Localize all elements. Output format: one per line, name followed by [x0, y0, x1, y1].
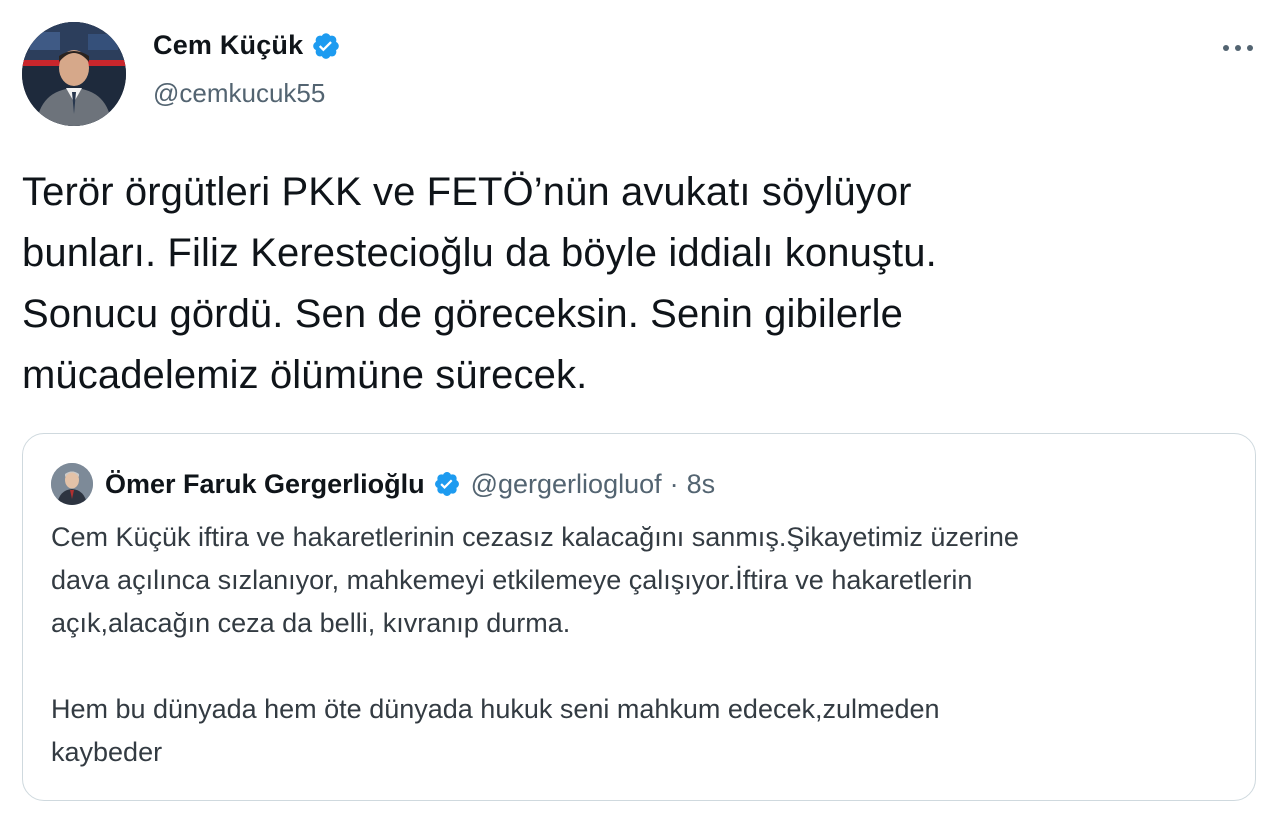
author-name-row[interactable]: Cem Küçük [153, 30, 341, 61]
author-name[interactable]: Cem Küçük [153, 30, 303, 61]
tweet: Cem Küçük @cemkucuk55 Terör örgütleri PK… [0, 0, 1280, 824]
quoted-author-avatar[interactable] [51, 463, 93, 505]
author-avatar[interactable] [22, 22, 126, 126]
quoted-timestamp[interactable]: 8s [687, 469, 716, 500]
quoted-tweet[interactable]: Ömer Faruk Gergerlioğlu @gergerliogluof … [22, 433, 1256, 801]
quoted-tweet-text: Cem Küçük iftira ve hakaretlerinin cezas… [51, 522, 1019, 767]
quoted-separator: · [669, 468, 679, 499]
quoted-author-name: Ömer Faruk Gergerlioğlu [105, 468, 425, 499]
quoted-verified-badge-icon [433, 470, 461, 498]
quoted-tweet-header: Ömer Faruk Gergerlioğlu @gergerliogluof … [51, 462, 715, 506]
author-handle[interactable]: @cemkucuk55 [153, 78, 325, 109]
quoted-author-handle: @gergerliogluof [470, 468, 662, 499]
verified-badge-icon [311, 31, 341, 61]
tweet-text: Terör örgütleri PKK ve FETÖ’nün avukatı … [22, 170, 937, 397]
more-horizontal-icon[interactable] [1220, 34, 1256, 62]
